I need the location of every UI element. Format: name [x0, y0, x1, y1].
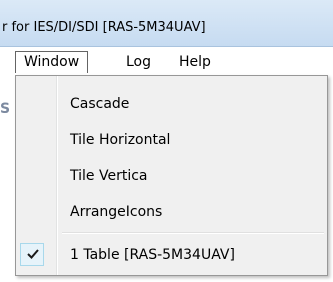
menu-item-label: Cascade — [70, 96, 130, 112]
checkmark-icon — [27, 249, 39, 259]
menu-item-label: Tile Horizontal — [70, 132, 171, 148]
application-window: r for IES/DI/SDI [RAS-5M34UAV] Window Lo… — [0, 0, 333, 282]
menu-item-arrange-icons[interactable]: ArrangeIcons — [18, 197, 325, 227]
check-highlight — [20, 243, 44, 266]
menu-item-label: ArrangeIcons — [70, 204, 163, 220]
menu-log[interactable]: Log — [118, 51, 159, 73]
window-title: r for IES/DI/SDI [RAS-5M34UAV] — [2, 20, 206, 35]
menu-item-tile-horizontal[interactable]: Tile Horizontal — [18, 125, 325, 155]
menu-item-label: Tile Vertica — [70, 168, 148, 184]
menu-help[interactable]: Help — [171, 51, 219, 73]
menu-item-tile-vertical[interactable]: Tile Vertica — [18, 161, 325, 191]
title-bar[interactable]: r for IES/DI/SDI [RAS-5M34UAV] — [0, 0, 333, 47]
menu-item-cascade[interactable]: Cascade — [18, 89, 325, 119]
menu-item-open-window-1[interactable]: 1 Table [RAS-5M34UAV] — [18, 240, 325, 270]
menu-item-label: 1 Table [RAS-5M34UAV] — [70, 247, 235, 263]
background-content: S — [0, 75, 11, 282]
menu-window[interactable]: Window — [15, 51, 89, 73]
window-menu-dropdown: Cascade Tile Horizontal Tile Vertica Arr… — [15, 75, 328, 276]
background-partial-text: S — [0, 101, 11, 117]
menu-bar: Window Log Help — [0, 47, 333, 75]
menu-separator — [62, 232, 324, 234]
